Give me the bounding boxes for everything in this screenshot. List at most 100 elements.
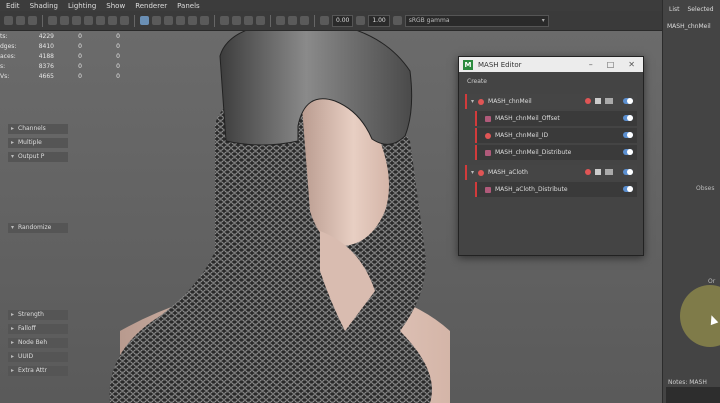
attribute-label: Obses <box>696 185 715 192</box>
separator <box>270 14 271 27</box>
gamma-icon[interactable] <box>356 16 366 25</box>
section-channels[interactable]: Channels <box>8 124 68 134</box>
mash-logo-icon: M <box>463 59 473 70</box>
close-icon[interactable]: ✕ <box>628 60 635 69</box>
grid-icon[interactable] <box>48 16 57 25</box>
collapse-arrow-icon[interactable]: ▾ <box>471 98 474 105</box>
link-icon[interactable] <box>605 98 613 104</box>
select-node-icon[interactable] <box>585 98 591 104</box>
section-strength[interactable]: Strength <box>8 310 68 320</box>
network-enable-toggle[interactable] <box>623 98 633 104</box>
distribute-node-icon <box>485 149 491 156</box>
collapse-arrow-icon[interactable]: ▾ <box>471 169 474 176</box>
xray-joints-icon[interactable] <box>300 16 309 25</box>
mash-network-row[interactable]: ▾ MASH_aCloth <box>465 165 637 180</box>
menu-panels[interactable]: Panels <box>177 2 200 10</box>
hud-row: ts: 4229 0 0 <box>0 32 120 40</box>
screen-space-ao-icon[interactable] <box>220 16 229 25</box>
default-material-icon[interactable] <box>164 16 173 25</box>
tab-selected[interactable]: Selected <box>688 6 714 13</box>
lock-camera-icon[interactable] <box>16 16 25 25</box>
exposure-icon[interactable] <box>320 16 329 25</box>
id-node-icon <box>485 132 491 139</box>
section-falloff[interactable]: Falloff <box>8 324 68 334</box>
section-node-behavior[interactable]: Node Beh <box>8 338 68 348</box>
mash-network-icon <box>478 98 485 105</box>
wireframe-icon[interactable] <box>140 16 149 25</box>
section-output[interactable]: Output P <box>8 152 68 162</box>
mash-node-row[interactable]: MASH_aCloth_Distribute <box>475 182 637 197</box>
link-icon[interactable] <box>605 169 613 175</box>
separator <box>42 14 43 27</box>
shadows-icon[interactable] <box>200 16 209 25</box>
notes-textarea[interactable] <box>666 387 720 403</box>
separator <box>134 14 135 27</box>
attribute-editor-tabs: List Selected <box>663 0 720 13</box>
field-chart-icon[interactable] <box>96 16 105 25</box>
select-node-icon[interactable] <box>585 169 591 175</box>
motion-blur-icon[interactable] <box>232 16 241 25</box>
node-name: MASH_chnMeil_ID <box>495 132 549 139</box>
isolate-select-icon[interactable] <box>276 16 285 25</box>
node-enable-toggle[interactable] <box>623 132 633 138</box>
node-name: MASH_aCloth_Distribute <box>495 186 568 193</box>
view-transform-dropdown[interactable]: sRGB gamma <box>404 14 549 27</box>
anti-aliasing-icon[interactable] <box>244 16 253 25</box>
film-gate-icon[interactable] <box>60 16 69 25</box>
node-enable-toggle[interactable] <box>623 186 633 192</box>
menu-renderer[interactable]: Renderer <box>135 2 167 10</box>
node-name: MASH_chnMeil_Offset <box>495 115 560 122</box>
safe-title-icon[interactable] <box>120 16 129 25</box>
menu-shading[interactable]: Shading <box>30 2 58 10</box>
minimize-icon[interactable]: – <box>589 60 593 69</box>
viewport-menubar: Edit Shading Lighting Show Renderer Pane… <box>0 0 662 11</box>
section-multiple[interactable]: Multiple <box>8 138 68 148</box>
gate-mask-icon[interactable] <box>84 16 93 25</box>
create-menu[interactable]: Create <box>459 72 643 86</box>
camera-icon[interactable] <box>4 16 13 25</box>
section-randomize[interactable]: Randomize <box>8 223 68 233</box>
node-title-field[interactable]: MASH_chnMeil <box>667 23 716 30</box>
menu-lighting[interactable]: Lighting <box>68 2 96 10</box>
attribute-label: Or <box>708 278 716 285</box>
textured-icon[interactable] <box>176 16 185 25</box>
mash-editor-title: MASH Editor <box>478 60 522 69</box>
network-name: MASH_aCloth <box>488 169 528 176</box>
mash-network-row[interactable]: ▾ MASH_chnMeil <box>465 94 637 109</box>
node-enable-toggle[interactable] <box>623 115 633 121</box>
exposure-field[interactable]: 0.00 <box>332 14 354 27</box>
hud-row: s: 8376 0 0 <box>0 62 120 70</box>
node-enable-toggle[interactable] <box>623 149 633 155</box>
xray-icon[interactable] <box>288 16 297 25</box>
document-icon[interactable] <box>595 169 601 175</box>
section-extra-attributes[interactable]: Extra Attr <box>8 366 68 376</box>
safe-action-icon[interactable] <box>108 16 117 25</box>
distribute-node-icon <box>485 186 491 193</box>
color-management-icon[interactable] <box>392 16 402 25</box>
separator <box>214 14 215 27</box>
mash-node-row[interactable]: MASH_chnMeil_Distribute <box>475 145 637 160</box>
notes-label: Notes: MASH <box>668 379 707 386</box>
document-icon[interactable] <box>595 98 601 104</box>
bookmark-icon[interactable] <box>28 16 37 25</box>
gamma-field[interactable]: 1.00 <box>368 14 390 27</box>
menu-show[interactable]: Show <box>106 2 125 10</box>
menu-edit[interactable]: Edit <box>6 2 20 10</box>
smooth-shade-icon[interactable] <box>152 16 161 25</box>
window-controls: – □ ✕ <box>589 60 643 69</box>
use-lights-icon[interactable] <box>188 16 197 25</box>
viewport-toolbar: 0.00 1.00 sRGB gamma <box>0 11 662 31</box>
maximize-icon[interactable]: □ <box>607 60 615 69</box>
network-enable-toggle[interactable] <box>623 169 633 175</box>
section-uuid[interactable]: UUID <box>8 352 68 362</box>
tab-list[interactable]: List <box>669 6 680 13</box>
hud-row: Vs: 4665 0 0 <box>0 72 120 80</box>
mash-node-row[interactable]: MASH_chnMeil_Offset <box>475 111 637 126</box>
hud-row: aces: 4188 0 0 <box>0 52 120 60</box>
resolution-gate-icon[interactable] <box>72 16 81 25</box>
depth-of-field-icon[interactable] <box>256 16 265 25</box>
mash-editor-window[interactable]: M MASH Editor – □ ✕ Create ▾ MASH_chnMei… <box>458 56 644 256</box>
mash-editor-titlebar[interactable]: M MASH Editor – □ ✕ <box>459 57 643 72</box>
mash-node-row[interactable]: MASH_chnMeil_ID <box>475 128 637 143</box>
hud-row: dges: 8410 0 0 <box>0 42 120 50</box>
